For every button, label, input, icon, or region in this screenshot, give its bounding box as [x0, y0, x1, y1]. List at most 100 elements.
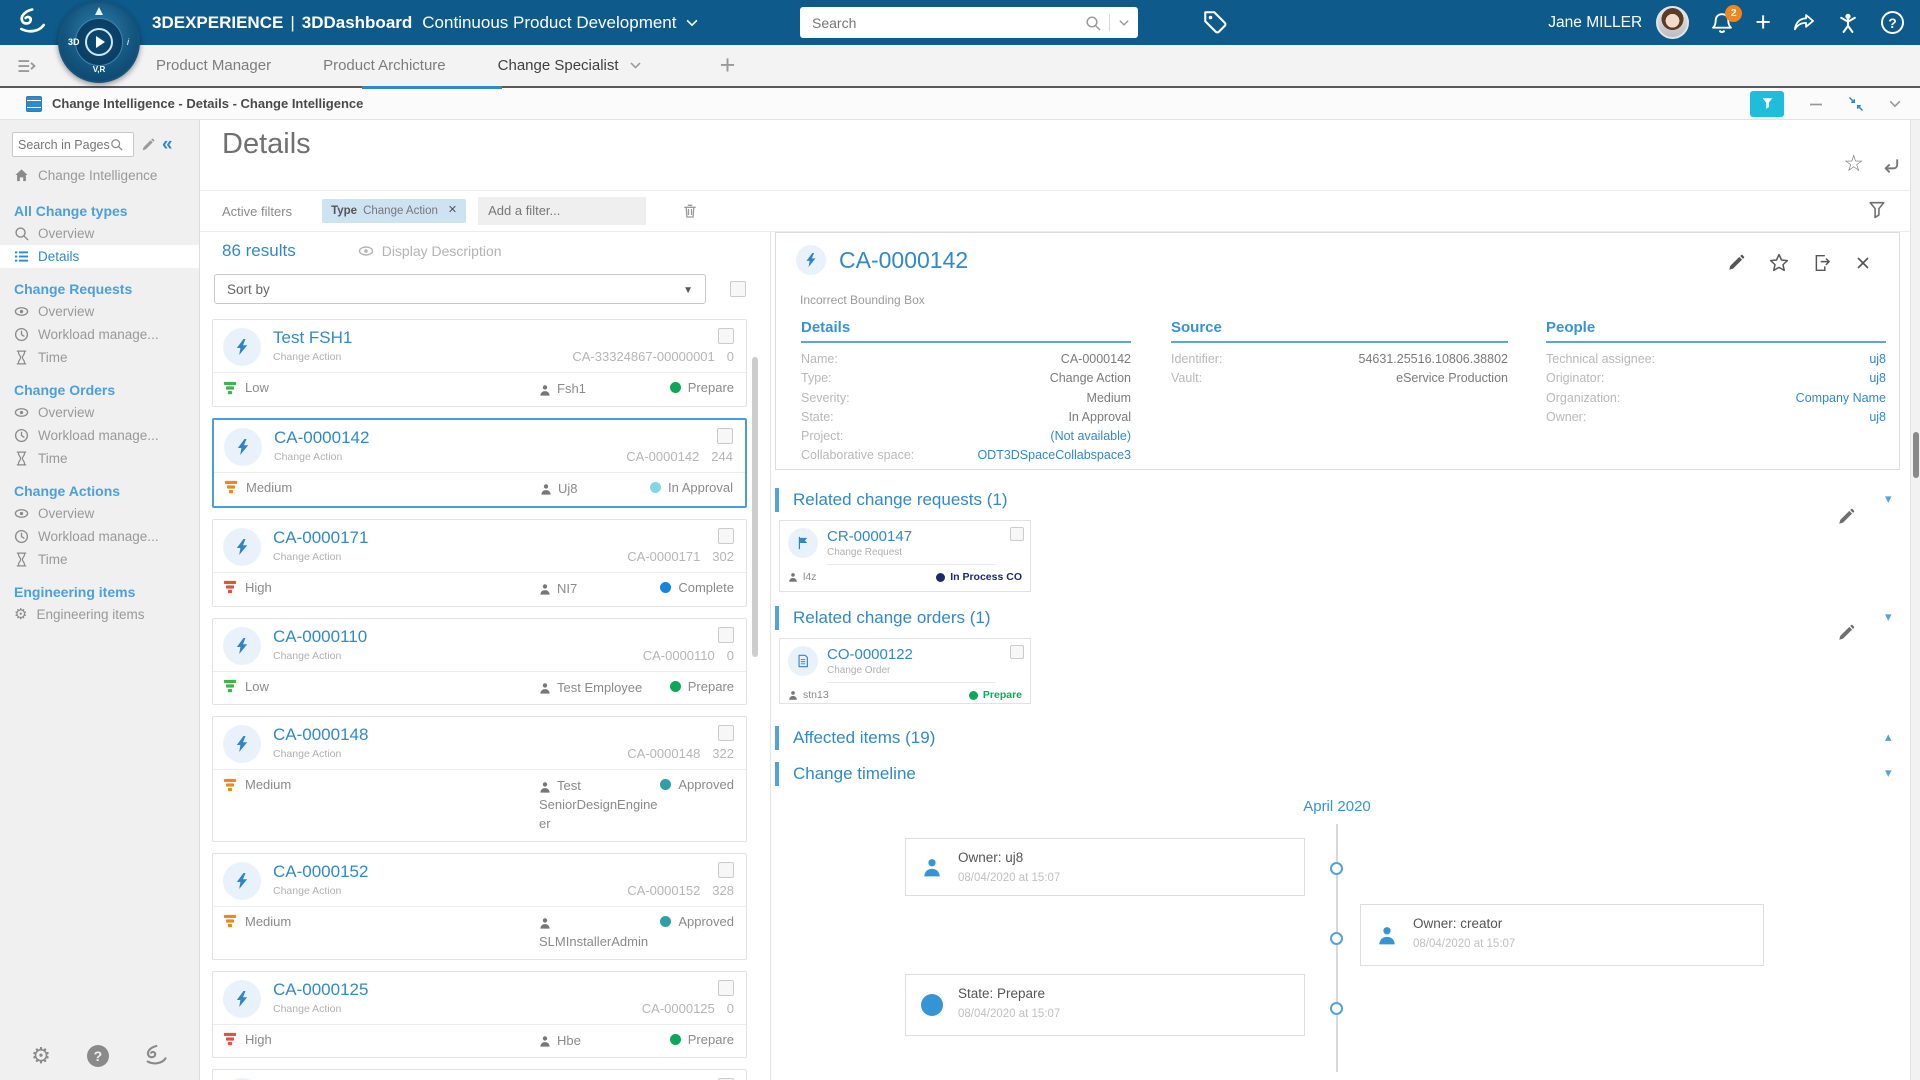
result-card[interactable]: CA-0000110 Change Action CA-0000110 0 Low…	[212, 617, 747, 706]
tab-change-specialist[interactable]: Change Specialist	[498, 57, 642, 74]
result-card[interactable]: CA-0000125 Change Action CA-0000125 0 Hig…	[212, 970, 747, 1059]
related-order-card[interactable]: CO-0000122 Change Order stn13 Prepare	[779, 638, 1031, 704]
select-all-checkbox[interactable]	[730, 281, 746, 297]
sidebar-item-ca-workload[interactable]: Workload manage...	[0, 525, 199, 548]
tab-menu-chevron-icon[interactable]	[629, 59, 642, 72]
technical-assignee-link[interactable]: uj8	[1869, 352, 1886, 368]
export-icon[interactable]	[1813, 254, 1831, 272]
card-checkbox[interactable]	[718, 626, 734, 643]
search-options-chevron-icon[interactable]	[1118, 17, 1130, 29]
card-title[interactable]: CA-0000142	[274, 428, 626, 448]
card-checkbox[interactable]	[1010, 527, 1024, 541]
collab-space-link[interactable]: ODT3DSpaceCollabspace3	[977, 448, 1131, 464]
card-checkbox[interactable]	[718, 861, 734, 878]
close-icon[interactable]	[1855, 255, 1871, 271]
edit-icon[interactable]	[1727, 254, 1745, 272]
tag-icon[interactable]	[1203, 10, 1227, 34]
settings-icon[interactable]	[31, 1045, 51, 1067]
search-input[interactable]	[808, 14, 1085, 31]
sidebar-item-ca-overview[interactable]: Overview	[0, 502, 199, 525]
originator-link[interactable]: uj8	[1869, 371, 1886, 387]
sort-select[interactable]: Sort by	[214, 274, 706, 304]
project-link[interactable]: (Not available)	[1050, 429, 1131, 445]
related-request-card[interactable]: CR-0000147 Change Request l4z In Process…	[779, 520, 1031, 592]
card-checkbox[interactable]	[718, 979, 734, 996]
filter-icon[interactable]	[1868, 201, 1886, 219]
favorite-icon[interactable]	[1769, 253, 1789, 273]
sidebar-item-all-overview[interactable]: Overview	[0, 222, 199, 245]
dashboard-name[interactable]: Continuous Product Development	[422, 13, 676, 33]
card-checkbox[interactable]	[718, 725, 734, 742]
help-icon[interactable]	[86, 1045, 109, 1067]
card-title[interactable]: Test FSH1	[273, 328, 572, 348]
collapse-section-icon[interactable]	[1885, 766, 1892, 779]
timeline-node[interactable]	[1330, 862, 1343, 875]
timeline-node[interactable]	[1330, 932, 1343, 945]
page-scrollbar-thumb[interactable]	[1913, 432, 1919, 478]
timeline-event-card[interactable]: State: Prepare 08/04/2020 at 15:07	[905, 974, 1305, 1036]
card-title[interactable]: CR-0000147	[827, 528, 996, 545]
timeline-node[interactable]	[1330, 1002, 1343, 1015]
share-icon[interactable]	[1793, 12, 1815, 34]
avatar[interactable]	[1656, 6, 1690, 39]
result-card[interactable]: CA-0000180 Change Action CA-0000180301 M…	[212, 1069, 747, 1080]
card-checkbox[interactable]	[1010, 645, 1024, 659]
result-card[interactable]: CA-0000148 Change Action CA-0000148 322 M…	[212, 716, 747, 842]
filter-chip[interactable]: Type Change Action	[322, 199, 467, 223]
user-name[interactable]: Jane MILLER	[1548, 14, 1642, 32]
sidebar-item-co-time[interactable]: Time	[0, 447, 199, 470]
search-icon[interactable]	[1085, 15, 1101, 31]
notifications-button[interactable]: 2	[1711, 4, 1743, 34]
expand-section-icon[interactable]	[1885, 730, 1892, 743]
favorite-icon[interactable]	[1843, 152, 1864, 175]
result-card[interactable]: CA-0000171 Change Action CA-0000171 302 H…	[212, 518, 747, 607]
sidebar-home[interactable]: Change Intelligence	[0, 161, 199, 190]
page-scrollbar[interactable]	[1910, 120, 1920, 1080]
remove-filter-icon[interactable]	[448, 205, 457, 217]
card-title[interactable]: CO-0000122	[827, 646, 996, 663]
organization-link[interactable]: Company Name	[1796, 391, 1886, 407]
sidebar-item-ca-time[interactable]: Time	[0, 548, 199, 571]
global-search-box[interactable]	[800, 7, 1138, 38]
add-tab-button[interactable]	[720, 52, 736, 79]
collapse-section-icon[interactable]	[1885, 492, 1892, 505]
result-card-selected[interactable]: CA-0000142 Change Action CA-0000142 244 M…	[212, 417, 747, 508]
card-title[interactable]: CA-0000152	[273, 862, 627, 882]
tab-product-archicture[interactable]: Product Archicture	[323, 57, 446, 74]
detail-title[interactable]: CA-0000142	[839, 247, 968, 274]
card-title[interactable]: CA-0000148	[273, 725, 627, 745]
sidebar-item-co-workload[interactable]: Workload manage...	[0, 424, 199, 447]
display-description-toggle[interactable]: Display Description	[358, 243, 502, 259]
dashboard-panel-toggle-icon[interactable]	[16, 56, 36, 76]
card-title[interactable]: CA-0000110	[273, 627, 643, 647]
edit-icon[interactable]	[1837, 624, 1855, 642]
tab-scrollbar-thumb[interactable]	[362, 86, 502, 89]
collapse-section-icon[interactable]	[1885, 610, 1892, 623]
result-card[interactable]: CA-0000152 Change Action CA-0000152 328 M…	[212, 852, 747, 960]
sidebar-item-cr-time[interactable]: Time	[0, 346, 199, 369]
result-card[interactable]: Test FSH1 Change Action CA-33324867-0000…	[212, 319, 747, 407]
card-title[interactable]: CA-0000125	[273, 980, 642, 1000]
restore-size-icon[interactable]	[1848, 96, 1864, 112]
ds-logo-icon[interactable]	[12, 7, 54, 37]
undo-icon[interactable]	[1882, 156, 1900, 174]
search-in-pages-input[interactable]	[18, 137, 110, 152]
add-filter-input[interactable]: Add a filter...	[478, 197, 647, 225]
timeline-event-card[interactable]: Owner: creator 08/04/2020 at 15:07	[1360, 904, 1764, 966]
sidebar-item-engineering-items[interactable]: ⚙ Engineering items	[0, 603, 199, 626]
sidebar-item-cr-workload[interactable]: Workload manage...	[0, 323, 199, 346]
add-content-button[interactable]	[1755, 9, 1771, 36]
card-checkbox[interactable]	[718, 527, 734, 544]
collaboration-icon[interactable]	[1837, 12, 1859, 34]
collapse-sidebar-icon[interactable]	[162, 135, 173, 154]
card-title[interactable]: CA-0000171	[273, 528, 627, 548]
search-icon[interactable]	[110, 138, 123, 151]
sidebar-item-details[interactable]: Details	[0, 245, 199, 268]
dashboard-chevron-icon[interactable]	[685, 16, 699, 30]
owner-link[interactable]: uj8	[1869, 410, 1886, 426]
compass-icon[interactable]: 3D i V,R	[58, 1, 140, 83]
trash-icon[interactable]	[682, 203, 698, 219]
filter-toggle-button[interactable]	[1750, 90, 1784, 117]
minimize-icon[interactable]	[1808, 96, 1824, 112]
search-in-pages-box[interactable]	[12, 132, 134, 157]
